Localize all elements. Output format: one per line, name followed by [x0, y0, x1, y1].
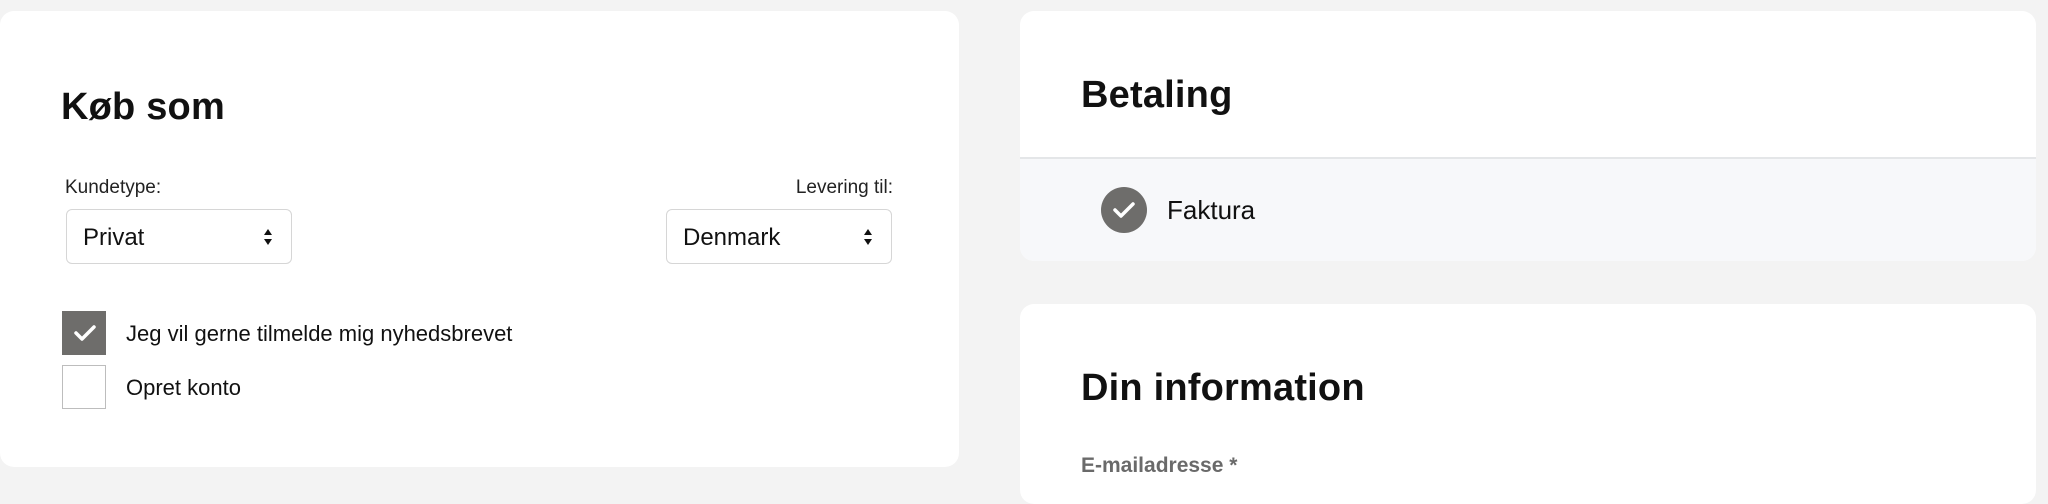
koeb-som-card: Køb som Kundetype: Levering til: Privat … — [0, 11, 959, 467]
select-arrows-icon — [264, 229, 272, 245]
payment-method-label: Faktura — [1167, 195, 1256, 225]
betaling-title: Betaling — [1081, 74, 1233, 116]
kundetype-select[interactable]: Privat — [66, 209, 292, 264]
betaling-card: Betaling Faktura — [1020, 11, 2036, 261]
kundetype-select-value: Privat — [83, 224, 145, 251]
check-circle-icon — [1101, 187, 1147, 233]
create-account-checkbox[interactable] — [62, 365, 106, 409]
levering-label: Levering til: — [795, 177, 893, 198]
koeb-som-title: Køb som — [61, 86, 225, 128]
create-account-label[interactable]: Opret konto — [126, 375, 241, 401]
kundetype-label: Kundetype: — [65, 177, 162, 198]
din-information-title: Din information — [1081, 367, 1365, 409]
payment-method-faktura[interactable]: Faktura — [1020, 159, 2036, 261]
checkmark-icon — [1113, 202, 1135, 218]
email-label: E-mailadresse * — [1081, 454, 1238, 477]
levering-select[interactable]: Denmark — [666, 209, 892, 264]
newsletter-checkbox[interactable] — [62, 311, 106, 355]
checkmark-icon — [74, 325, 96, 341]
levering-select-value: Denmark — [683, 224, 781, 251]
din-information-card: Din information E-mailadresse * — [1020, 304, 2036, 504]
newsletter-label[interactable]: Jeg vil gerne tilmelde mig nyhedsbrevet — [126, 321, 512, 347]
select-arrows-icon — [864, 229, 872, 245]
